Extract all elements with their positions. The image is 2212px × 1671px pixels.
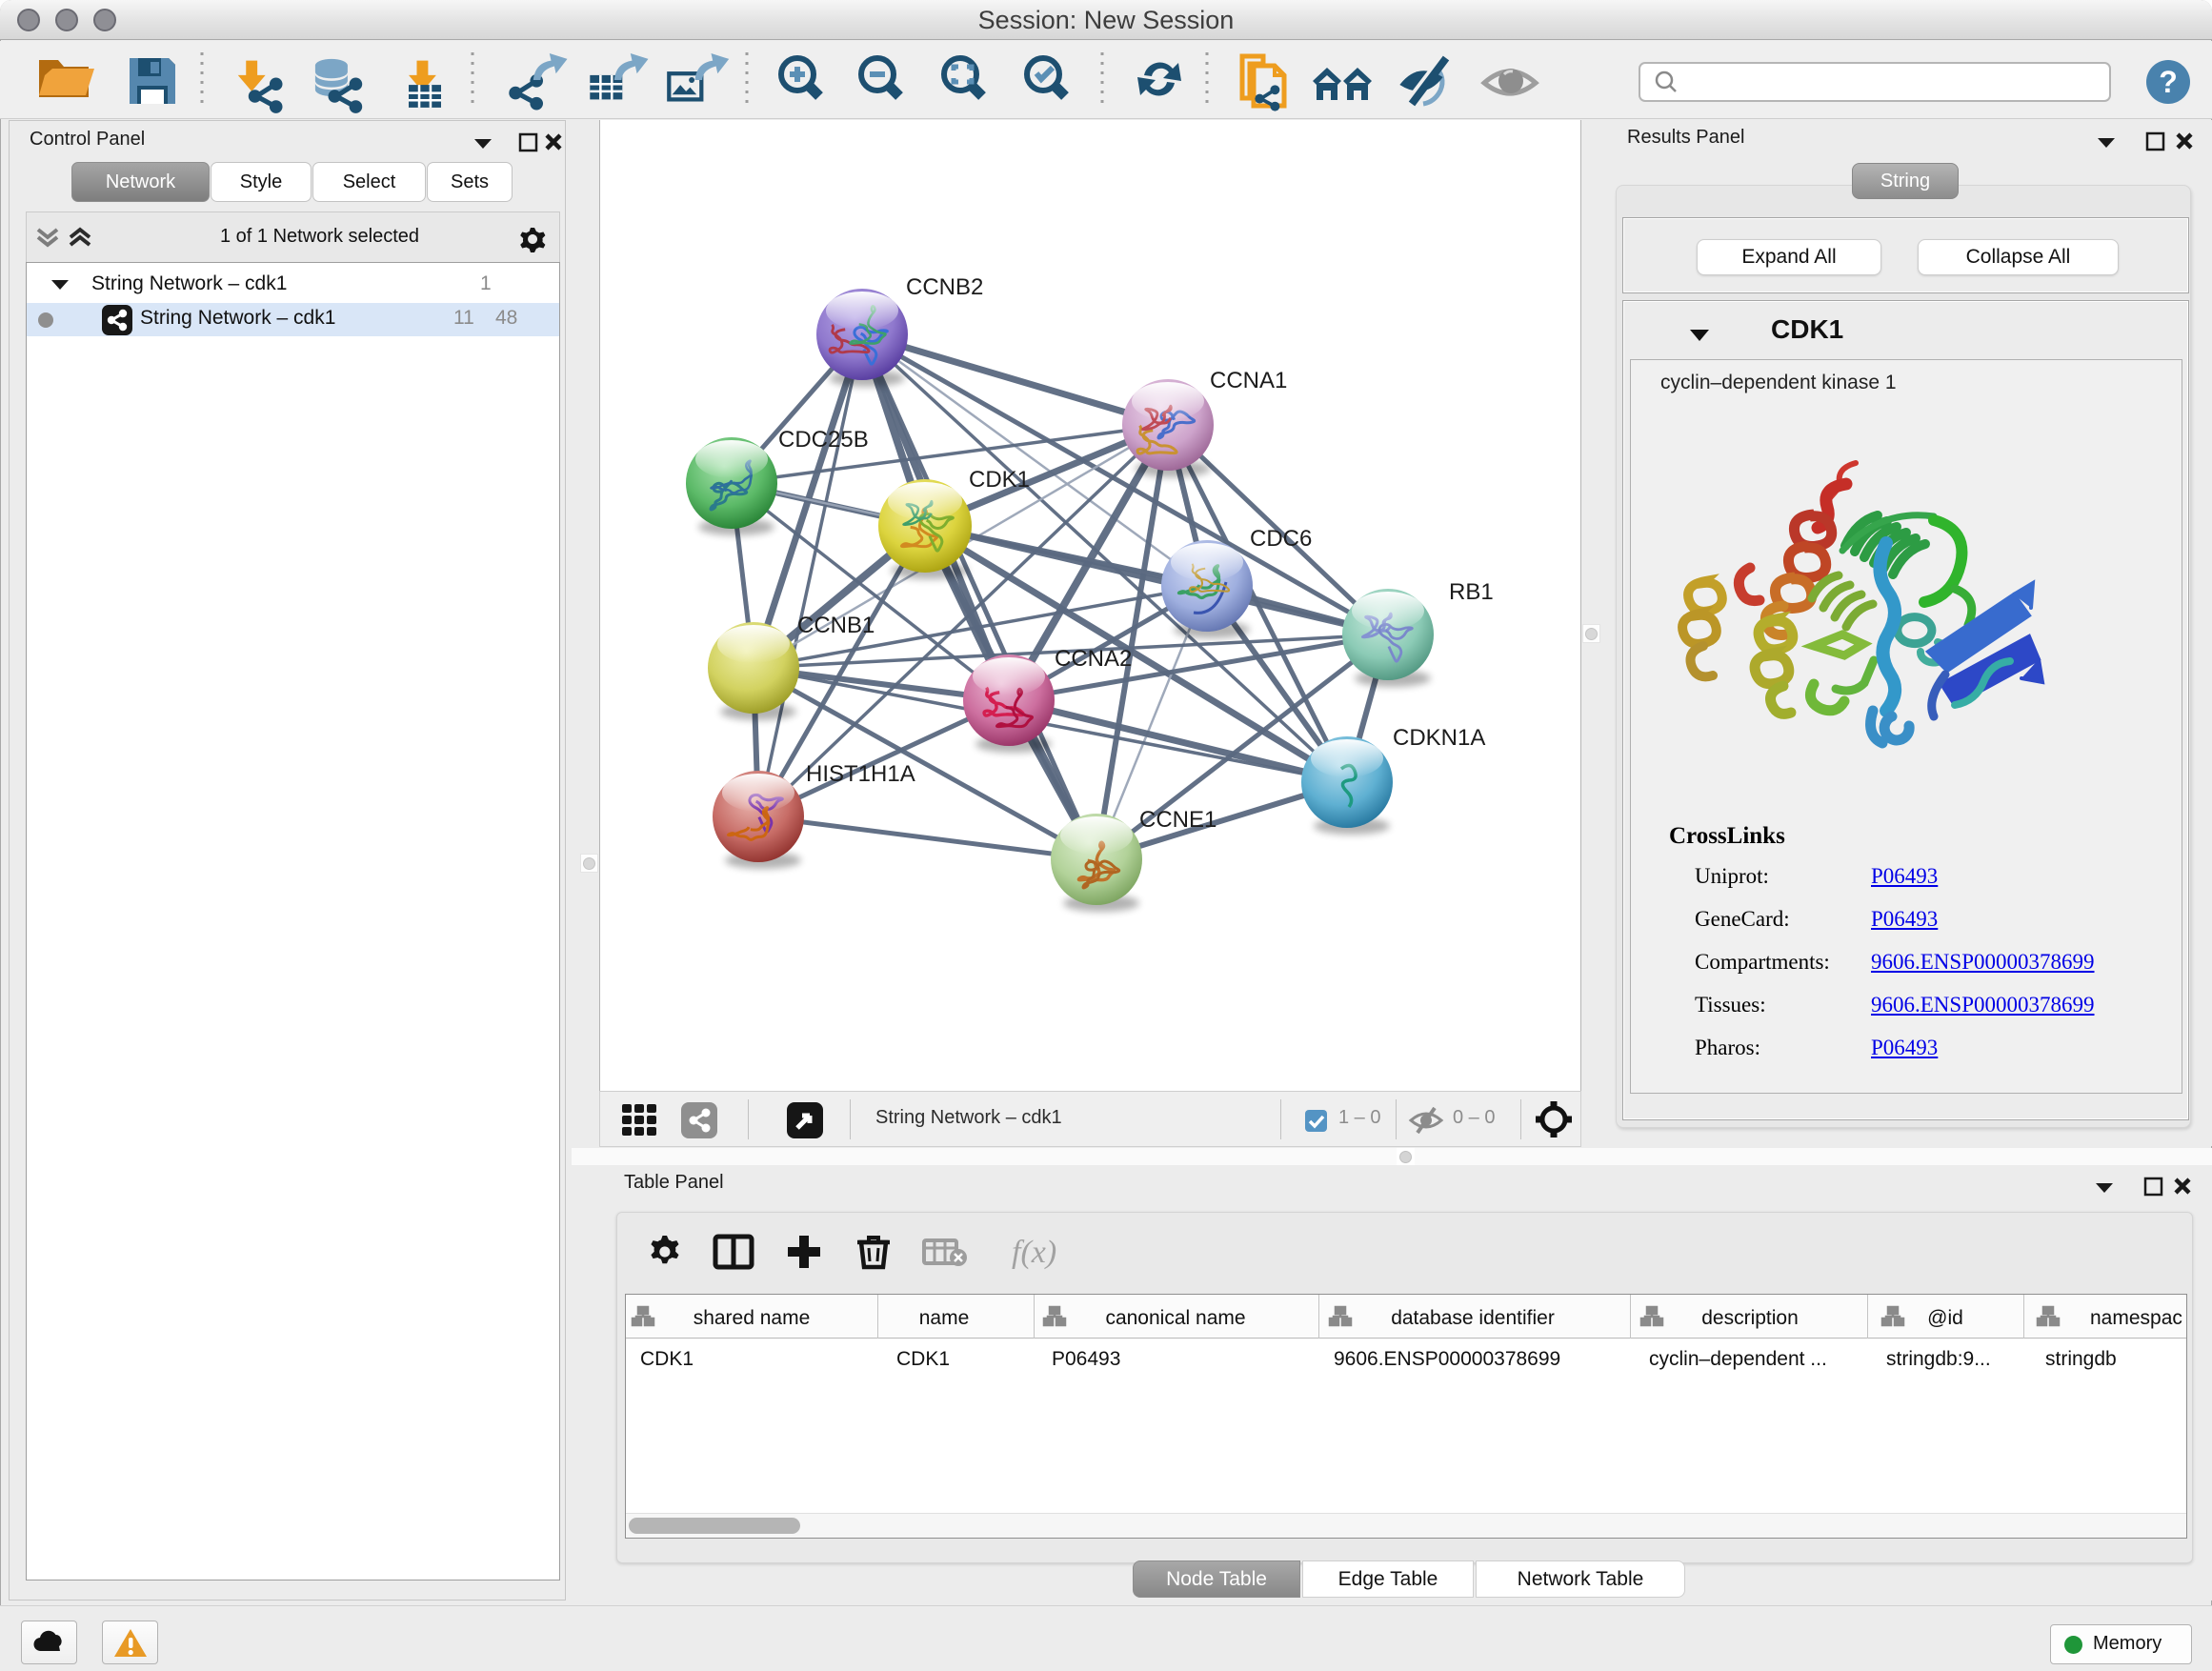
- svg-text:database identifier: database identifier: [1391, 1307, 1555, 1329]
- svg-text:CDK1: CDK1: [969, 467, 1030, 493]
- svg-text:CCNB1: CCNB1: [797, 613, 875, 638]
- svg-text:namespac: namespac: [2090, 1307, 2182, 1329]
- svg-text:CDC6: CDC6: [1250, 526, 1312, 552]
- svg-text:shared name: shared name: [694, 1307, 811, 1329]
- svg-text:canonical name: canonical name: [1105, 1307, 1245, 1329]
- svg-text:@id: @id: [1927, 1307, 1963, 1329]
- svg-text:CCNA1: CCNA1: [1210, 368, 1287, 393]
- svg-text:CCNB2: CCNB2: [906, 274, 983, 300]
- svg-text:CCNA2: CCNA2: [1055, 646, 1132, 672]
- svg-text:CCNE1: CCNE1: [1139, 807, 1217, 833]
- svg-text:CDKN1A: CDKN1A: [1393, 725, 1485, 751]
- svg-text:description: description: [1701, 1307, 1799, 1329]
- svg-text:f(x): f(x): [1012, 1235, 1056, 1270]
- svg-text:?: ?: [2159, 65, 2178, 99]
- svg-text:CDC25B: CDC25B: [778, 427, 869, 453]
- svg-text:name: name: [919, 1307, 970, 1329]
- svg-text:HIST1H1A: HIST1H1A: [806, 761, 915, 787]
- svg-text:RB1: RB1: [1449, 579, 1494, 605]
